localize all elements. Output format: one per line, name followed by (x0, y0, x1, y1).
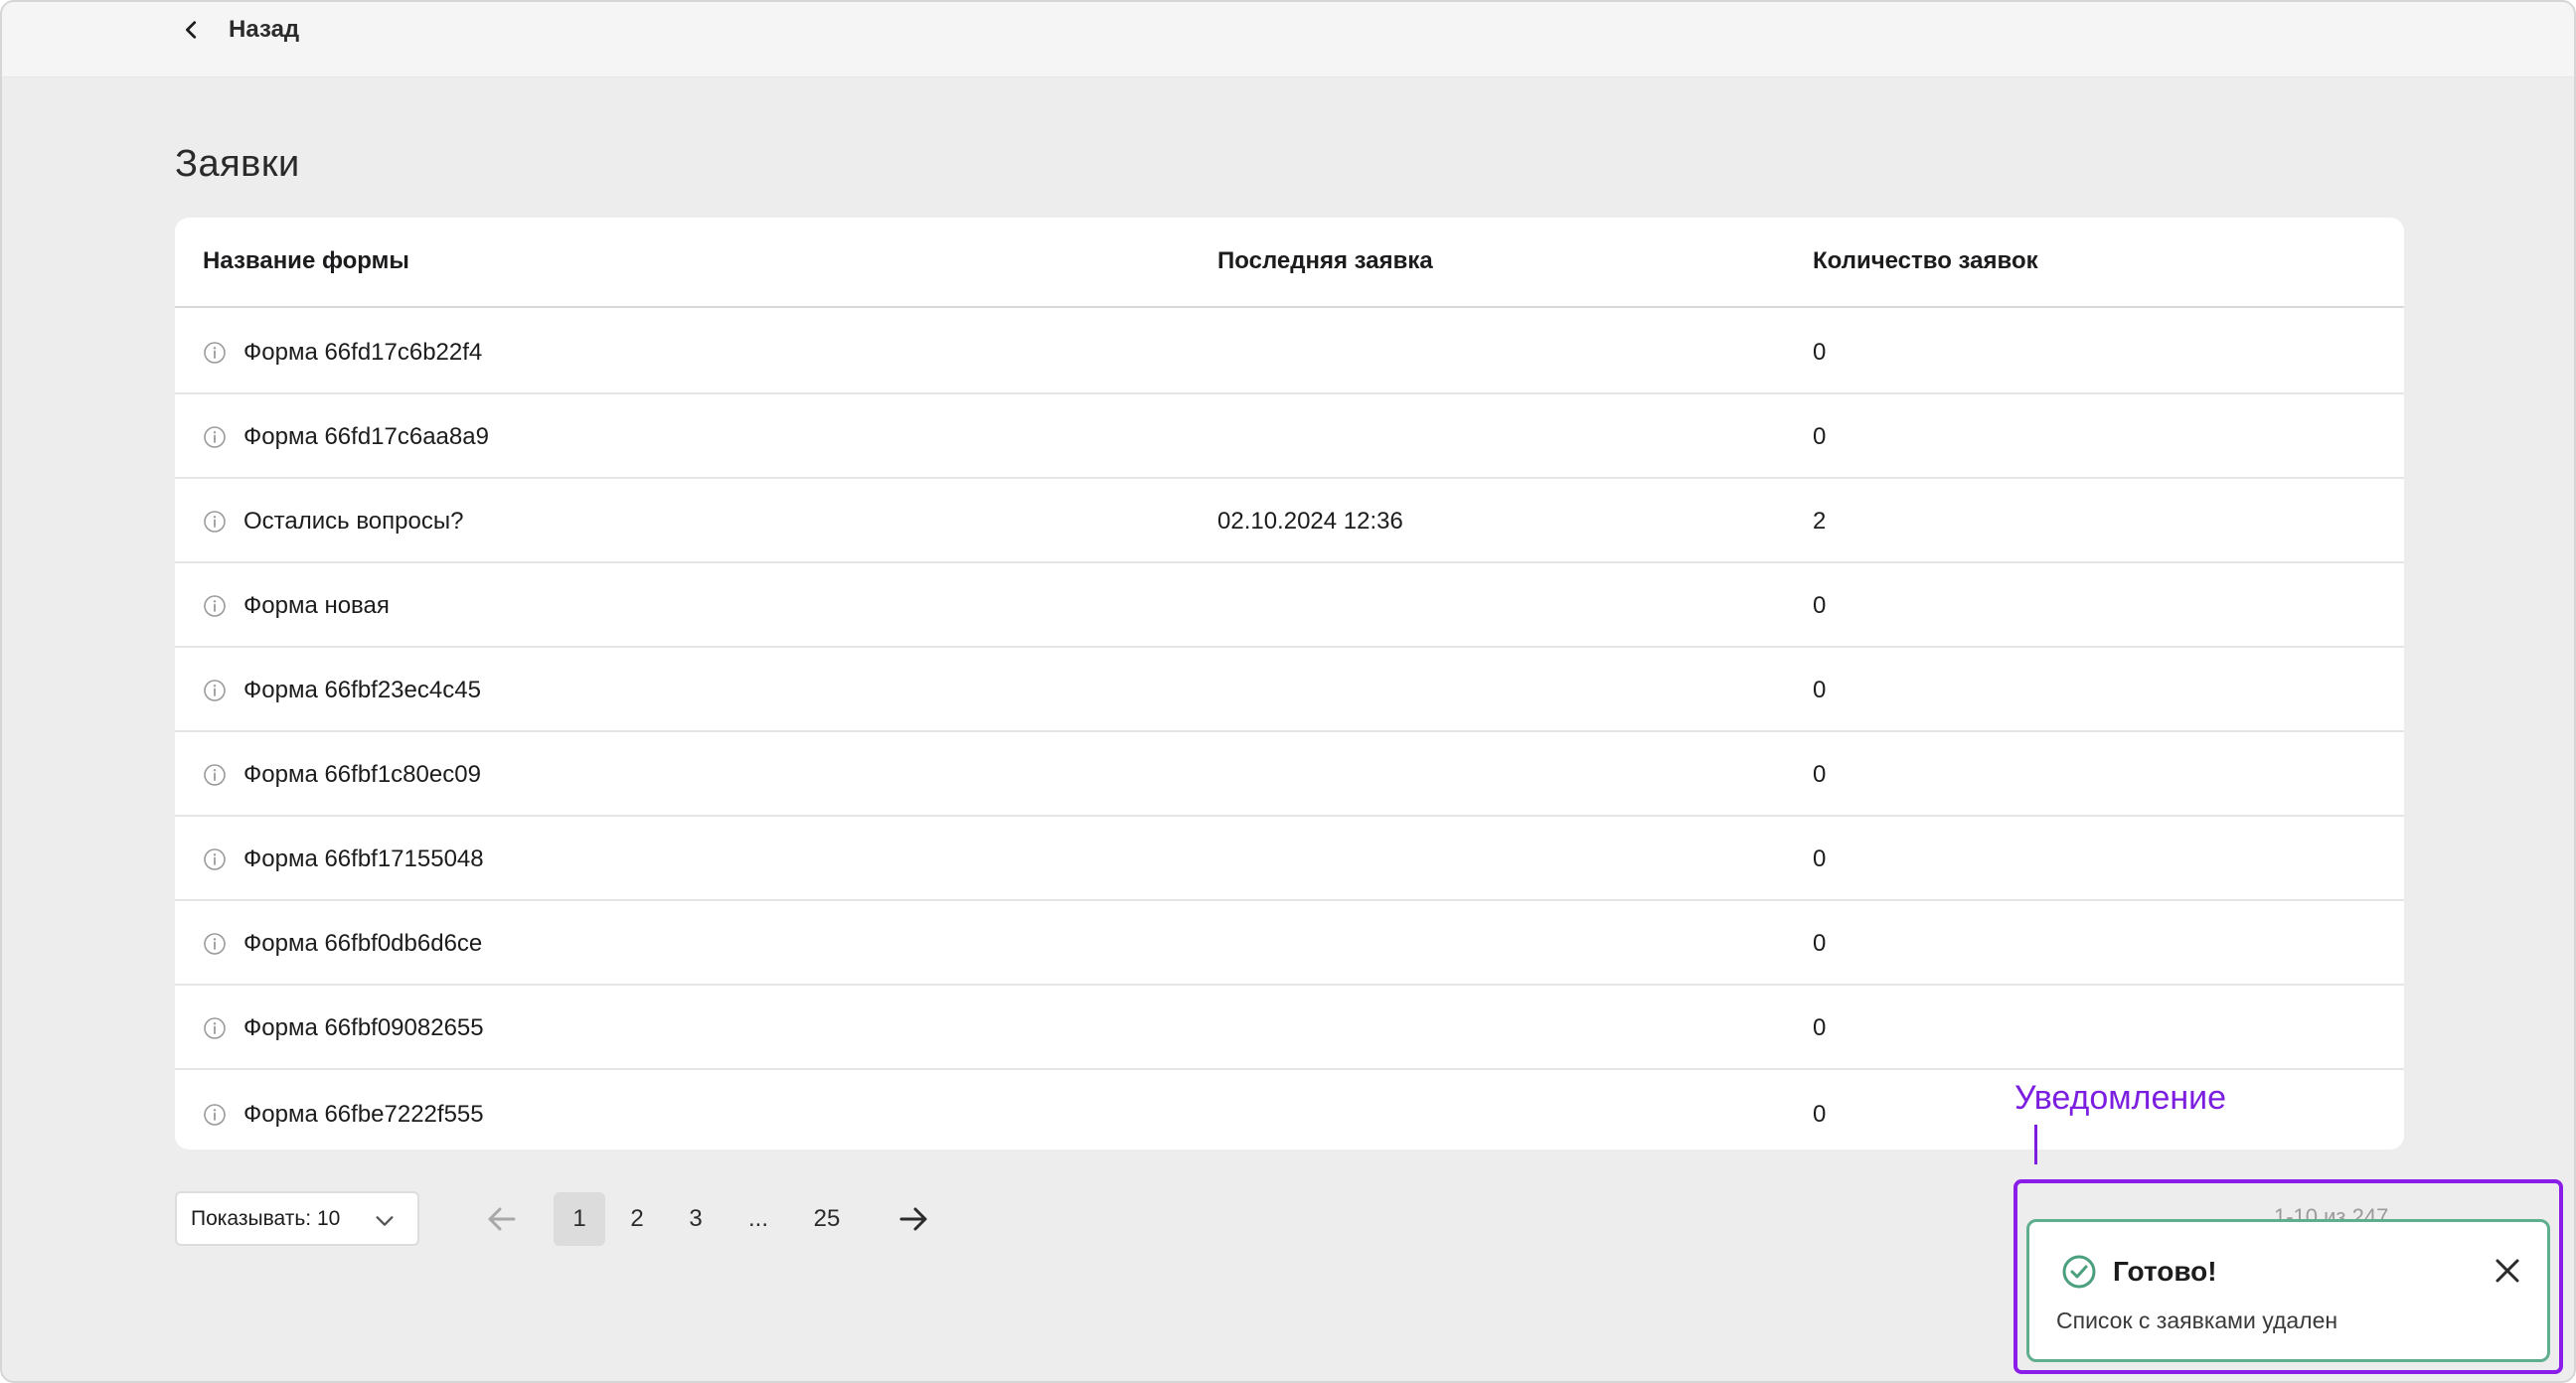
form-name-cell: Форма 66fd17c6aa8a9 (203, 394, 489, 479)
page-25-button[interactable]: 25 (801, 1192, 853, 1246)
info-icon[interactable] (203, 510, 227, 534)
form-name: Форма 66fbf17155048 (243, 845, 484, 872)
info-icon[interactable] (203, 847, 227, 871)
toast-message: Список с заявками удален (2056, 1307, 2338, 1333)
form-name: Форма 66fbf0db6d6ce (243, 929, 483, 957)
table-row[interactable]: Форма 66fd17c6b22f4 0 (175, 310, 2404, 394)
close-icon[interactable] (2493, 1256, 2522, 1286)
page-ellipsis: ... (747, 1205, 768, 1232)
last-request-cell: 02.10.2024 12:36 (1217, 507, 1403, 535)
form-name-cell: Форма 66fbf23ec4c45 (203, 648, 481, 732)
info-icon[interactable] (203, 1016, 227, 1040)
top-bar: Назад (2, 2, 2574, 77)
request-count-cell: 0 (1813, 338, 1827, 366)
back-button[interactable]: Назад (181, 10, 299, 50)
page-3-button[interactable]: 3 (670, 1192, 722, 1246)
form-name-cell: Форма 66fbf0db6d6ce (203, 901, 482, 986)
table-row[interactable]: Форма новая 0 (175, 563, 2404, 648)
form-name: Форма 66fd17c6b22f4 (243, 338, 483, 366)
form-name: Остались вопросы? (243, 507, 464, 535)
form-name: Форма 66fbe7222f555 (243, 1100, 484, 1128)
table-row[interactable]: Остались вопросы? 02.10.2024 12:36 2 (175, 479, 2404, 563)
success-toast: Готово! Список с заявками удален (2026, 1219, 2550, 1362)
info-icon[interactable] (203, 679, 227, 702)
back-label: Назад (229, 16, 300, 43)
form-name-cell: Форма 66fbf09082655 (203, 986, 484, 1070)
app-window: Назад Заявки Название формы Последняя за… (0, 0, 2576, 1383)
column-header-request-count[interactable]: Количество заявок (1813, 247, 2038, 275)
form-name: Форма новая (243, 591, 390, 619)
form-name-cell: Форма 66fbe7222f555 (203, 1072, 484, 1150)
request-count-cell: 0 (1813, 676, 1827, 703)
request-count-cell: 0 (1813, 591, 1827, 619)
form-name: Форма 66fbf1c80ec09 (243, 760, 481, 788)
page-size-label: Показывать: 10 (191, 1206, 341, 1230)
requests-table: Название формы Последняя заявка Количест… (175, 218, 2404, 1150)
table-row[interactable]: Форма 66fbf1c80ec09 0 (175, 732, 2404, 817)
form-name: Форма 66fbf23ec4c45 (243, 676, 481, 703)
request-count-cell: 0 (1813, 1100, 1827, 1128)
info-icon[interactable] (203, 425, 227, 449)
request-count-cell: 0 (1813, 422, 1827, 450)
request-count-cell: 0 (1813, 845, 1827, 872)
check-circle-icon (2062, 1255, 2096, 1289)
info-icon[interactable] (203, 1103, 227, 1127)
request-count-cell: 0 (1813, 929, 1827, 957)
page-size-select[interactable]: Показывать: 10 (175, 1191, 419, 1246)
chevron-down-icon (376, 1216, 394, 1226)
annotation-connector (2034, 1125, 2037, 1164)
form-name-cell: Форма 66fbf1c80ec09 (203, 732, 481, 817)
form-name-cell: Остались вопросы? (203, 479, 463, 563)
table-row[interactable]: Форма 66fbf09082655 0 (175, 986, 2404, 1070)
page-2-button[interactable]: 2 (611, 1192, 663, 1246)
column-header-last-request[interactable]: Последняя заявка (1217, 247, 1433, 275)
page-1-button[interactable]: 1 (554, 1192, 605, 1246)
table-row[interactable]: Форма 66fbf23ec4c45 0 (175, 648, 2404, 732)
request-count-cell: 0 (1813, 760, 1827, 788)
info-icon[interactable] (203, 594, 227, 618)
table-row[interactable]: Форма 66fd17c6aa8a9 0 (175, 394, 2404, 479)
form-name-cell: Форма новая (203, 563, 390, 648)
info-icon[interactable] (203, 763, 227, 787)
form-name-cell: Форма 66fd17c6b22f4 (203, 310, 482, 394)
info-icon[interactable] (203, 932, 227, 956)
form-name-cell: Форма 66fbf17155048 (203, 817, 484, 901)
request-count-cell: 2 (1813, 507, 1827, 535)
form-name: Форма 66fbf09082655 (243, 1013, 484, 1041)
table-row[interactable]: Форма 66fbf0db6d6ce 0 (175, 901, 2404, 986)
prev-page-arrow-icon[interactable] (482, 1199, 522, 1239)
chevron-left-icon (186, 21, 197, 39)
form-name: Форма 66fd17c6aa8a9 (243, 422, 489, 450)
toast-title: Готово! (2113, 1256, 2217, 1287)
next-page-arrow-icon[interactable] (893, 1199, 933, 1239)
annotation-label: Уведомление (2014, 1079, 2227, 1117)
column-header-form-name[interactable]: Название формы (203, 247, 409, 275)
request-count-cell: 0 (1813, 1013, 1827, 1041)
table-row[interactable]: Форма 66fbf17155048 0 (175, 817, 2404, 901)
info-icon[interactable] (203, 341, 227, 365)
table-header: Название формы Последняя заявка Количест… (175, 218, 2404, 308)
page-title: Заявки (175, 143, 300, 185)
